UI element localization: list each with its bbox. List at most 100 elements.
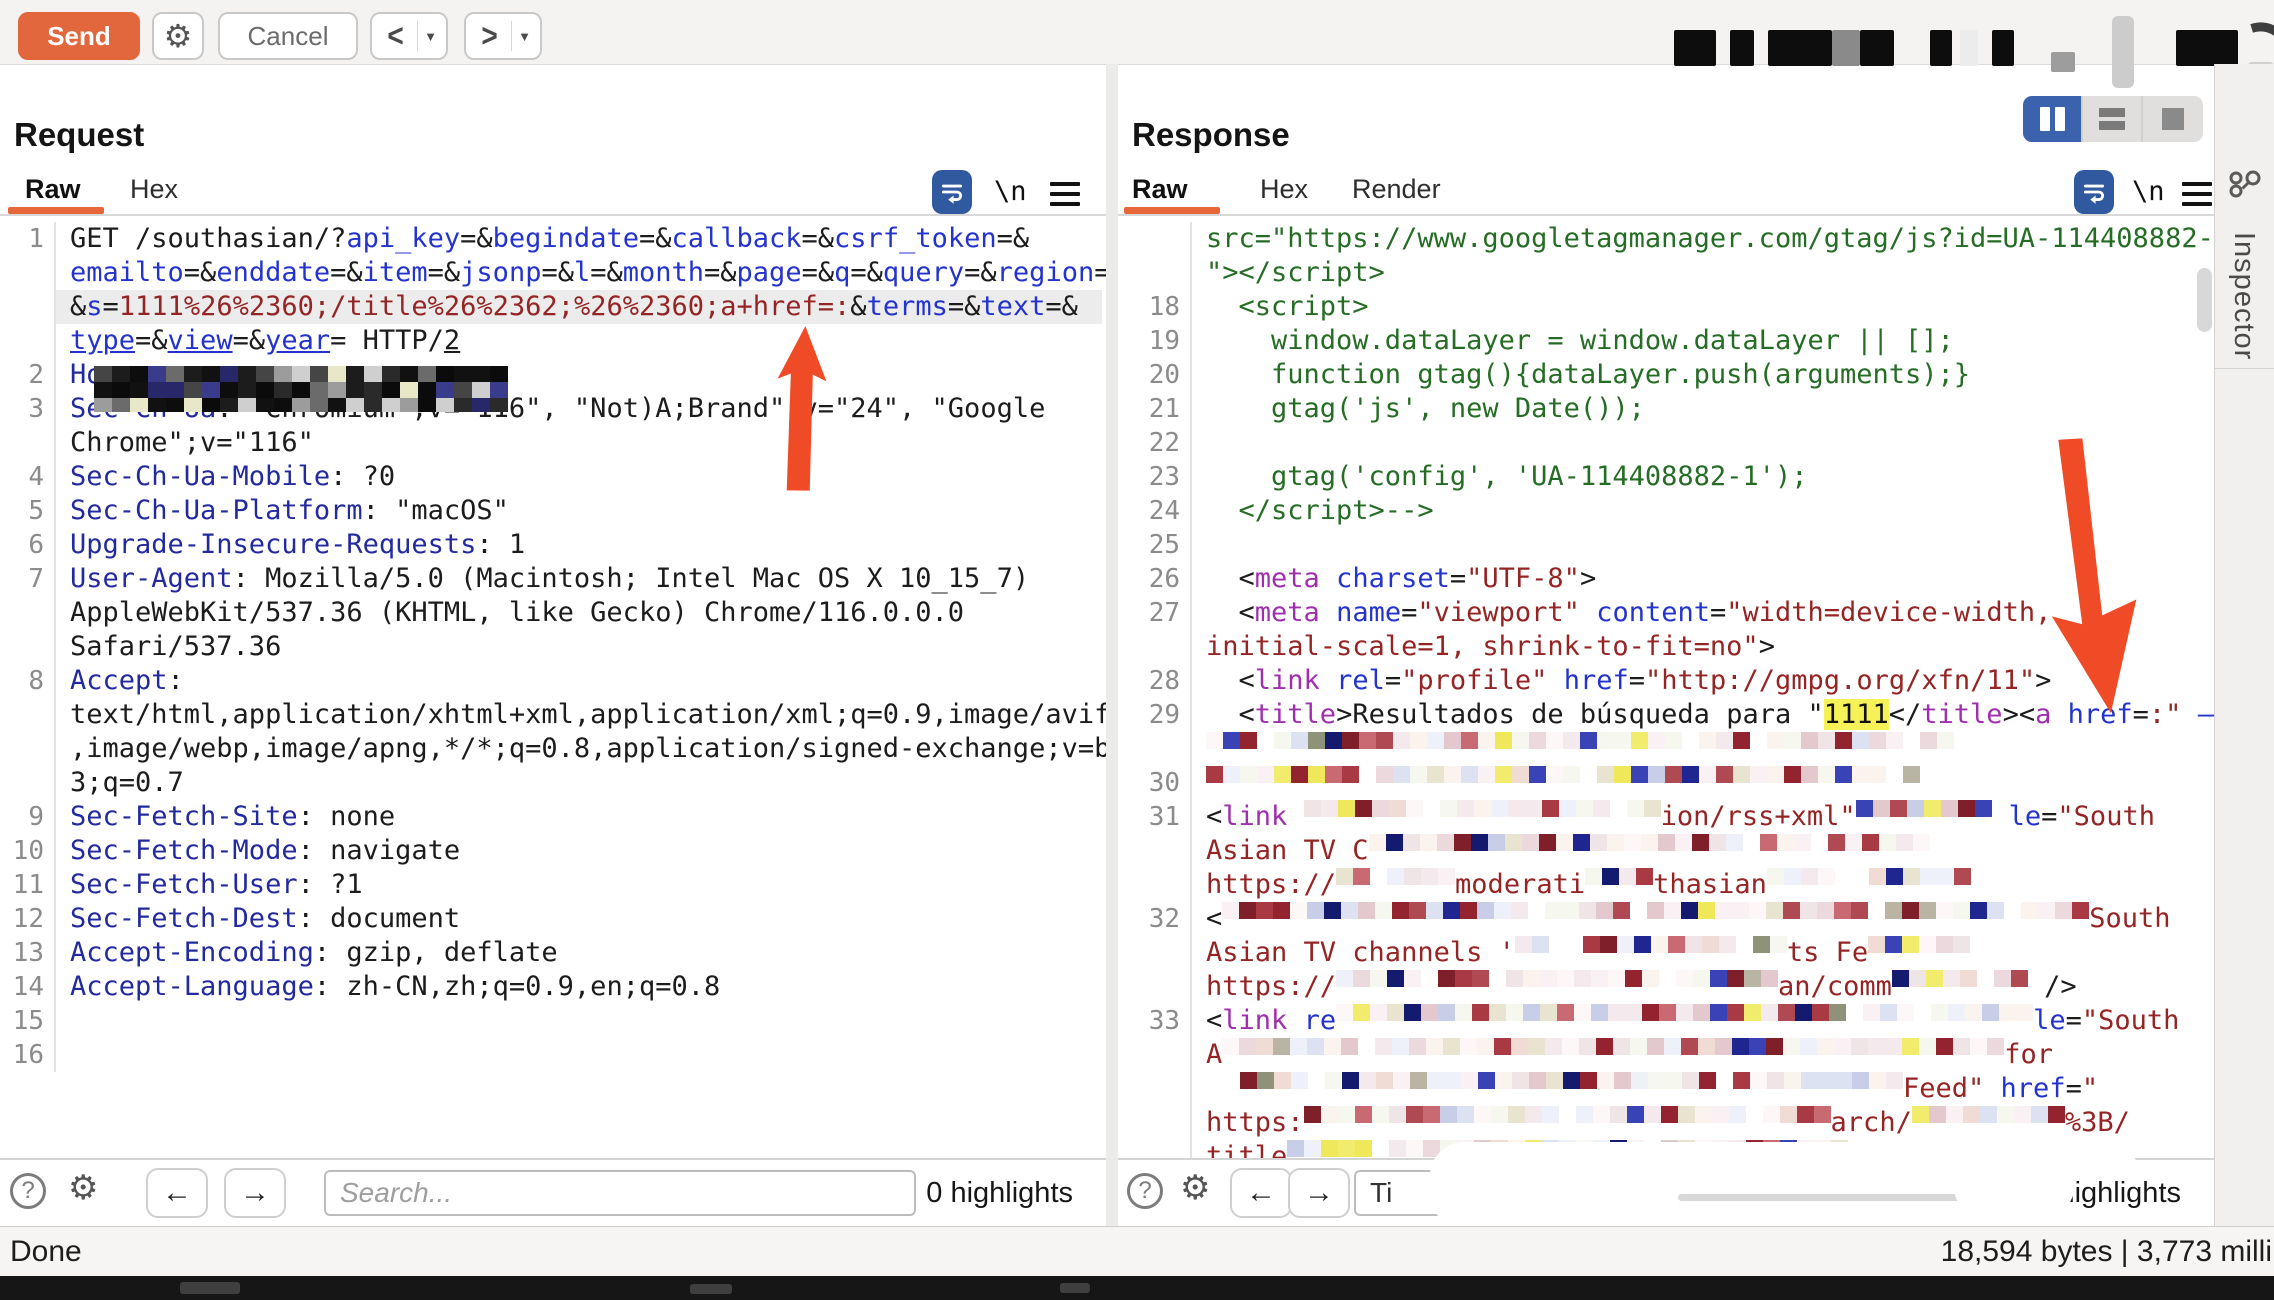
redacted-smudge <box>1954 1162 2074 1214</box>
code-line: User-Agent: Mozilla/5.0 (Macintosh; Inte… <box>56 562 1029 596</box>
help-icon[interactable]: ? <box>1127 1173 1163 1209</box>
line-number <box>1118 970 1192 1004</box>
code-line: <meta name="viewport" content="width=dev… <box>1192 596 2051 630</box>
line-number: 19 <box>1118 324 1192 358</box>
dropdown-caret-icon[interactable]: ▼ <box>418 29 444 44</box>
code-row: 33<link rele="South <box>1118 1004 2214 1038</box>
show-newlines-toggle[interactable]: \n <box>994 176 1027 207</box>
dropdown-caret-icon[interactable]: ▼ <box>512 29 538 44</box>
hamburger-icon <box>2182 182 2212 186</box>
code-row: 6Upgrade-Insecure-Requests: 1 <box>0 528 1106 562</box>
find-next-button[interactable]: → <box>224 1168 286 1218</box>
line-number: 30 <box>1118 766 1192 800</box>
show-newlines-toggle[interactable]: \n <box>2132 176 2165 207</box>
layout-rows-button[interactable] <box>2083 96 2143 142</box>
code-line: Feed" href=" <box>1192 1072 2098 1106</box>
arrow-left-icon: ← <box>162 1176 192 1210</box>
line-number <box>1118 1140 1192 1158</box>
next-request-button[interactable]: > ▼ <box>464 12 542 60</box>
code-line: Asian TV C <box>1192 834 1930 868</box>
redacted-pixels <box>1222 1038 2004 1072</box>
tab-response-hex[interactable]: Hex <box>1260 174 1308 205</box>
code-line: &s=1111%26%2360;/title%26%2362;%26%2360;… <box>56 290 1102 324</box>
redacted-block <box>1674 30 1716 66</box>
send-button[interactable]: Send <box>18 12 140 60</box>
redacted-pixels <box>1585 868 1653 902</box>
status-metrics: 18,594 bytes | 3,773 milli <box>1941 1227 2272 1277</box>
code-line: gtag('js', new Date()); <box>1192 392 1645 426</box>
rows-icon <box>2099 104 2125 134</box>
previous-request-button[interactable]: < ▼ <box>370 12 448 60</box>
code-line: Sec-Fetch-Mode: navigate <box>56 834 460 868</box>
code-line: ,image/webp,image/apng,*/*;q=0.8,applica… <box>56 732 1106 766</box>
code-row: ,image/webp,image/apng,*/*;q=0.8,applica… <box>0 732 1106 766</box>
layout-columns-button[interactable] <box>2023 96 2083 142</box>
code-row: 22 <box>1118 426 2214 460</box>
cancel-button[interactable]: Cancel <box>218 12 358 60</box>
request-settings-button[interactable]: ⚙ <box>152 12 204 60</box>
tab-request-raw[interactable]: Raw <box>25 174 81 205</box>
layout-single-button[interactable] <box>2143 96 2203 142</box>
code-line: initial-scale=1, shrink-to-fit=no"> <box>1192 630 1775 664</box>
panel-divider[interactable] <box>1106 64 1118 1226</box>
code-row: type=&view=&year= HTTP/2 <box>0 324 1106 358</box>
code-line: emailto=&enddate=&item=&jsonp=&l=&month=… <box>56 256 1106 290</box>
code-row: 4Sec-Ch-Ua-Mobile: ?0 <box>0 460 1106 494</box>
line-number <box>1118 868 1192 902</box>
redacted-block <box>1768 30 1832 66</box>
code-line: GET /southasian/?api_key=&begindate=&cal… <box>56 222 1029 256</box>
line-number: 13 <box>0 936 56 970</box>
word-wrap-toggle[interactable] <box>932 170 972 214</box>
code-line <box>1192 528 1206 562</box>
code-line: <meta charset="UTF-8"> <box>1192 562 1596 596</box>
help-icon[interactable]: ? <box>10 1173 46 1209</box>
code-line: Sec-Ch-Ua-Mobile: ?0 <box>56 460 395 494</box>
response-editor[interactable]: src="https://www.googletagmanager.com/gt… <box>1118 216 2214 1158</box>
line-number: 8 <box>0 664 56 698</box>
redacted-pixels <box>1856 800 2009 834</box>
code-line: Accept: <box>56 664 184 698</box>
tab-response-render[interactable]: Render <box>1352 174 1441 205</box>
code-row: Feed" href=" <box>1118 1072 2214 1106</box>
code-line: Afor <box>1192 1038 2053 1072</box>
line-number: 18 <box>1118 290 1192 324</box>
code-row: 30 <box>1118 766 2214 800</box>
editor-menu-button[interactable] <box>2182 182 2212 206</box>
code-row: 16 <box>0 1038 1106 1072</box>
code-row: "></script> <box>1118 256 2214 290</box>
line-number: 7 <box>0 562 56 596</box>
bottom-strip <box>0 1276 2274 1300</box>
request-editor[interactable]: 1GET /southasian/?api_key=&begindate=&ca… <box>0 216 1106 1158</box>
code-line: Chrome";v="116" <box>56 426 314 460</box>
word-wrap-toggle[interactable] <box>2074 170 2114 214</box>
find-next-button[interactable]: → <box>1288 1168 1350 1218</box>
find-previous-button[interactable]: ← <box>1230 1168 1292 1218</box>
line-number: 20 <box>1118 358 1192 392</box>
tab-request-hex[interactable]: Hex <box>130 174 178 205</box>
tab-response-raw[interactable]: Raw <box>1132 174 1188 205</box>
code-line <box>56 1038 70 1072</box>
code-line: Accept-Encoding: gzip, deflate <box>56 936 558 970</box>
editor-menu-button[interactable] <box>1050 182 1080 206</box>
code-line: Sec-Ch-Ua-Platform: "macOS" <box>56 494 509 528</box>
search-settings-gear-icon[interactable]: ⚙ <box>68 1168 98 1208</box>
line-number <box>0 290 56 324</box>
line-number: 25 <box>1118 528 1192 562</box>
code-row: 23 gtag('config', 'UA-114408882-1'); <box>1118 460 2214 494</box>
line-number <box>0 426 56 460</box>
inspector-sidebar[interactable]: Inspector <box>2214 64 2274 1226</box>
response-scrollbar-thumb[interactable] <box>2197 268 2212 332</box>
line-number: 24 <box>1118 494 1192 528</box>
burp-repeater-window: Send ⚙ Cancel < ▼ > ▼ Request Raw H <box>0 0 2274 1300</box>
find-previous-button[interactable]: ← <box>146 1168 208 1218</box>
search-settings-gear-icon[interactable]: ⚙ <box>1180 1168 1210 1208</box>
code-line <box>1192 426 1206 460</box>
code-row: 14Accept-Language: zh-CN,zh;q=0.9,en;q=0… <box>0 970 1106 1004</box>
line-number <box>0 324 56 358</box>
code-line: https://moderatithasian <box>1192 868 1971 902</box>
code-row: 21 gtag('js', new Date()); <box>1118 392 2214 426</box>
request-search-input[interactable] <box>324 1170 916 1216</box>
code-line: <link rele="South <box>1192 1004 2179 1038</box>
code-row: Afor <box>1118 1038 2214 1072</box>
code-row: https://moderatithasian <box>1118 868 2214 902</box>
